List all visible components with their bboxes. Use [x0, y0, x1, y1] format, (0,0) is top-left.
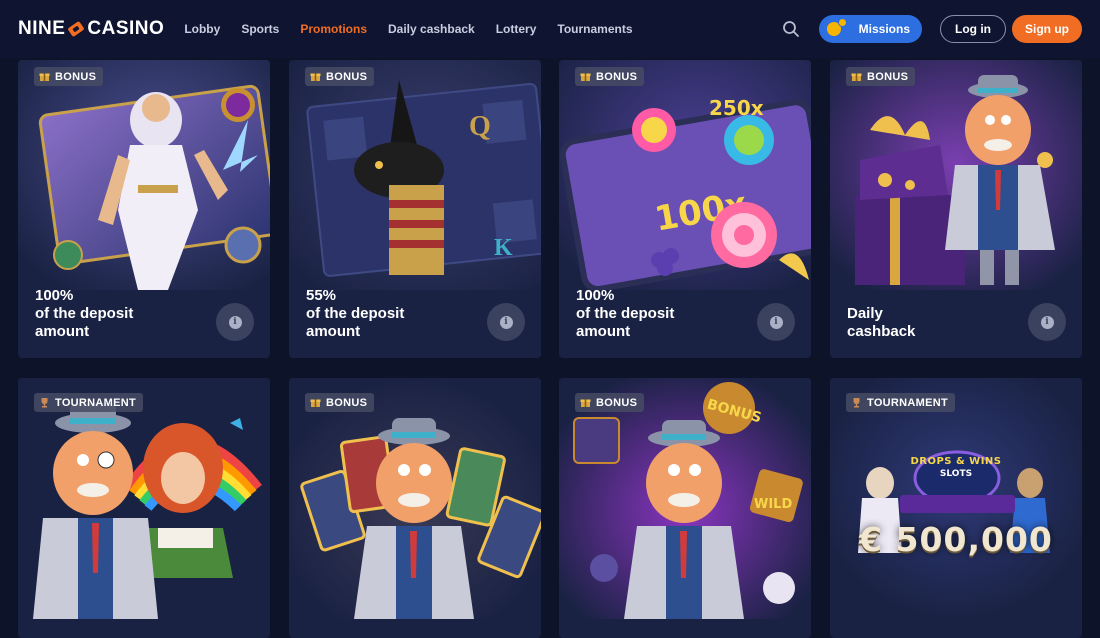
mascot-gift-art	[830, 60, 1082, 290]
mascot-fairy-art	[18, 378, 270, 619]
brand-left: NINE	[18, 18, 66, 39]
mascot-cards-art	[289, 378, 541, 619]
card-title-line3: amount	[306, 323, 361, 340]
svg-text:WILD: WILD	[754, 497, 792, 512]
info-button[interactable]: i	[757, 303, 795, 341]
info-icon: i	[1040, 315, 1054, 329]
info-icon: i	[499, 315, 513, 329]
bonus-badge: BONUS	[34, 67, 104, 86]
card-title-line2: of the deposit	[576, 305, 675, 322]
svg-text:Q: Q	[469, 111, 491, 142]
promo-card-tournament-drops-wins[interactable]: DROPS & WINS SLOTS € 500,000 TOURNAMENT	[830, 378, 1082, 638]
card-title-line1: 100%	[576, 287, 615, 304]
nav-lobby[interactable]: Lobby	[184, 22, 220, 36]
missions-label: Missions	[858, 22, 910, 36]
search-icon[interactable]	[779, 17, 803, 41]
gift-icon	[310, 71, 321, 82]
promo-card-deposit-55[interactable]: Q K BONUS 55% of the deposit amount i	[289, 60, 541, 358]
nav-promotions[interactable]: Promotions	[300, 22, 367, 36]
badge-label: BONUS	[326, 70, 368, 83]
bonus-badge: BONUS	[305, 67, 375, 86]
promo-card-bonus-mascot[interactable]: BONUS WILD BONUS	[559, 378, 811, 638]
brand-logo[interactable]: NINE CASINO	[18, 18, 164, 40]
badge-label: BONUS	[596, 396, 638, 409]
tournament-badge: TOURNAMENT	[846, 393, 956, 412]
drops-wins-art: DROPS & WINS SLOTS € 500,000	[830, 378, 1082, 619]
candy-slot-art: 100x 250x	[559, 60, 811, 292]
bonus-badge: BONUS	[575, 393, 645, 412]
trophy-icon	[851, 397, 862, 408]
bonus-badge: BONUS	[575, 67, 645, 86]
badge-label: BONUS	[867, 70, 909, 83]
badge-label: BONUS	[55, 70, 97, 83]
promo-card-tournament-fairy[interactable]: TOURNAMENT	[18, 378, 270, 638]
card-title-line3: amount	[35, 323, 90, 340]
main-nav: Lobby Sports Promotions Daily cashback L…	[184, 22, 653, 36]
info-icon: i	[769, 315, 783, 329]
mascot-bonus-art: BONUS WILD	[559, 378, 811, 619]
logo-mark-icon	[68, 21, 85, 37]
nav-sports[interactable]: Sports	[241, 22, 279, 36]
promo-card-deposit-100[interactable]: BONUS 100% of the deposit amount i	[18, 60, 270, 358]
card-title: Daily cashback	[847, 305, 1017, 341]
nav-tournaments[interactable]: Tournaments	[557, 22, 632, 36]
promo-card-daily-cashback[interactable]: BONUS Daily cashback i	[830, 60, 1082, 358]
info-button[interactable]: i	[216, 303, 254, 341]
info-button[interactable]: i	[1028, 303, 1066, 341]
nav-lottery[interactable]: Lottery	[496, 22, 537, 36]
card-title: 55% of the deposit amount	[306, 287, 476, 341]
badge-label: BONUS	[596, 70, 638, 83]
gift-icon	[851, 71, 862, 82]
anubis-slot-art: Q K	[289, 60, 541, 290]
promo-card-deposit-100-candy[interactable]: 100x 250x BONUS 100% of the deposit amou…	[559, 60, 811, 358]
nav-daily-cashback[interactable]: Daily cashback	[388, 22, 475, 36]
badge-label: TOURNAMENT	[55, 396, 137, 409]
drops-wins-line2: SLOTS	[939, 469, 973, 479]
card-title-line2: of the deposit	[306, 305, 405, 322]
missions-coin-icon	[826, 18, 849, 37]
tournament-badge: TOURNAMENT	[34, 393, 144, 412]
svg-text:250x: 250x	[709, 96, 764, 120]
card-title: 100% of the deposit amount	[35, 287, 205, 341]
promo-card-bonus-cards[interactable]: BONUS	[289, 378, 541, 638]
svg-text:K: K	[494, 235, 513, 261]
jackpot-amount: € 500,000	[859, 520, 1053, 559]
badge-label: TOURNAMENT	[867, 396, 949, 409]
gift-icon	[580, 397, 591, 408]
top-header: NINE CASINO Lobby Sports Promotions Dail…	[0, 0, 1100, 58]
brand-right: CASINO	[87, 18, 165, 39]
signup-button[interactable]: Sign up	[1012, 15, 1082, 43]
gift-icon	[39, 71, 50, 82]
info-icon: i	[228, 315, 242, 329]
drops-wins-line1: DROPS & WINS	[910, 456, 1002, 467]
login-button[interactable]: Log in	[940, 15, 1006, 43]
card-title-line1: Daily	[847, 305, 883, 322]
card-title: 100% of the deposit amount	[576, 287, 746, 341]
zeus-slot-art	[18, 60, 270, 290]
badge-label: BONUS	[326, 396, 368, 409]
bonus-badge: BONUS	[305, 393, 375, 412]
bonus-badge: BONUS	[846, 67, 916, 86]
info-button[interactable]: i	[487, 303, 525, 341]
card-title-line2: cashback	[847, 323, 916, 340]
header-actions: Missions Log in Sign up	[779, 0, 1082, 58]
card-title-line3: amount	[576, 323, 631, 340]
card-title-line1: 100%	[35, 287, 74, 304]
gift-icon	[310, 397, 321, 408]
card-title-line2: of the deposit	[35, 305, 134, 322]
missions-button[interactable]: Missions	[818, 15, 922, 43]
gift-icon	[580, 71, 591, 82]
card-title-line1: 55%	[306, 287, 337, 304]
trophy-icon	[39, 397, 50, 408]
